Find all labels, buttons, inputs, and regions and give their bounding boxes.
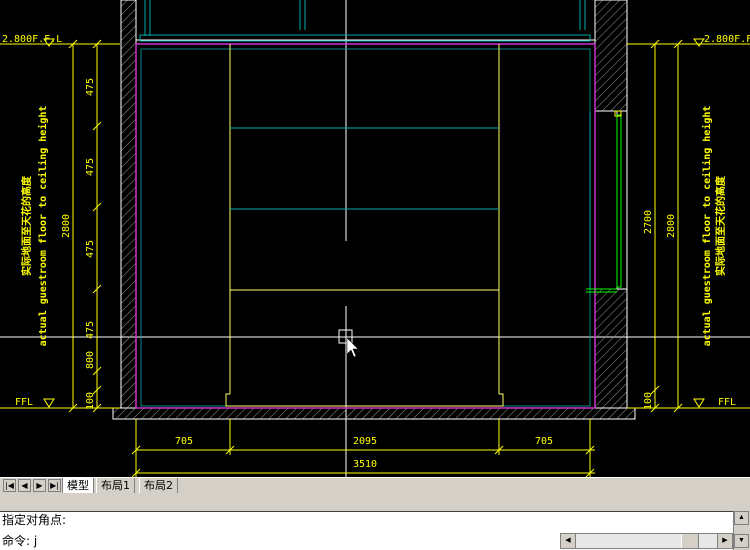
dim-right-2700: 2700: [643, 210, 654, 234]
dim-bottom-3510: 3510: [353, 459, 377, 470]
level-label-ffl-right: FFL: [718, 397, 736, 408]
dim-left-2800: 2800: [61, 214, 72, 238]
level-marker-ffl-left: FFL: [0, 397, 120, 409]
dim-left-800: 800: [85, 351, 96, 369]
headboard-panel: [225, 44, 504, 407]
cursor-pickbox: [338, 329, 359, 358]
note-left: 实际地面至天花的高度 actual guestroom floor to cei…: [20, 106, 49, 347]
dim-left-475-a: 475: [85, 78, 96, 96]
dim-right-2800: 2800: [666, 214, 677, 238]
dim-left-100: 100: [85, 392, 96, 410]
command-horizontal-scrollbar[interactable]: ◀ ▶: [560, 533, 733, 549]
note-right-en: actual guestroom floor to ceiling height: [701, 106, 713, 347]
command-splitter[interactable]: [0, 494, 750, 512]
scroll-right-icon[interactable]: ▶: [717, 534, 732, 548]
last-icon[interactable]: ▶|: [48, 479, 61, 492]
dim-bottom-705-right: 705: [535, 436, 553, 447]
note-left-cn: 实际地面至天花的高度: [20, 175, 33, 276]
right-dimension-chain: 2700 2800 100: [643, 39, 683, 413]
dim-right-100: 100: [643, 392, 654, 410]
tab-model[interactable]: 模型: [62, 478, 94, 493]
dim-left-475-d: 475: [85, 321, 96, 339]
dim-bottom-2095: 2095: [353, 436, 377, 447]
room-outline: [135, 43, 596, 409]
note-right: actual guestroom floor to ceiling height…: [701, 106, 727, 347]
floor-slab: [112, 407, 636, 420]
ceiling-track: [136, 0, 595, 45]
level-marker-top-left: 2.800F.F.L: [0, 34, 120, 47]
left-wall: [120, 0, 137, 409]
tab-layout2[interactable]: 布局2: [139, 478, 178, 493]
layout-tab-bar: |◀ ◀ ▶ ▶| 模型 布局1 布局2: [0, 477, 750, 495]
dim-left-475-c: 475: [85, 240, 96, 258]
level-label-ffl-left: FFL: [15, 397, 33, 408]
scroll-down-icon[interactable]: ▼: [734, 534, 749, 548]
note-left-en: actual guestroom floor to ceiling height: [37, 106, 49, 347]
dim-bottom-705-left: 705: [175, 436, 193, 447]
window-frame: [586, 110, 622, 293]
level-marker-top-right: 2.800F.F.L: [627, 34, 750, 47]
drawing-canvas[interactable]: 2.800F.F.L FFL 2.800F.F.L FFL 475 475 47…: [0, 0, 750, 477]
first-icon[interactable]: |◀: [3, 479, 16, 492]
bottom-dimension-chain: 705 2095 705 3510: [131, 419, 595, 477]
tab-layout1[interactable]: 布局1: [96, 478, 135, 493]
command-history-line: 指定对角点:: [2, 513, 67, 527]
level-label-top-left: 2.800F.F.L: [2, 34, 62, 45]
next-icon[interactable]: ▶: [33, 479, 46, 492]
dim-left-475-b: 475: [85, 158, 96, 176]
note-right-cn: 实际地面至天花的高度: [714, 175, 727, 276]
scroll-thumb[interactable]: [681, 534, 699, 548]
scroll-left-icon[interactable]: ◀: [561, 534, 576, 548]
command-prompt-line[interactable]: 命令: j: [2, 533, 37, 549]
left-dimension-chain: 475 475 475 475 800 100 2800: [61, 39, 102, 413]
prev-icon[interactable]: ◀: [18, 479, 31, 492]
level-label-top-right: 2.800F.F.L: [704, 34, 750, 45]
right-wall: [594, 0, 628, 409]
scroll-up-icon[interactable]: ▲: [734, 511, 749, 525]
command-vertical-scrollbar[interactable]: ▲ ▼: [733, 511, 750, 550]
